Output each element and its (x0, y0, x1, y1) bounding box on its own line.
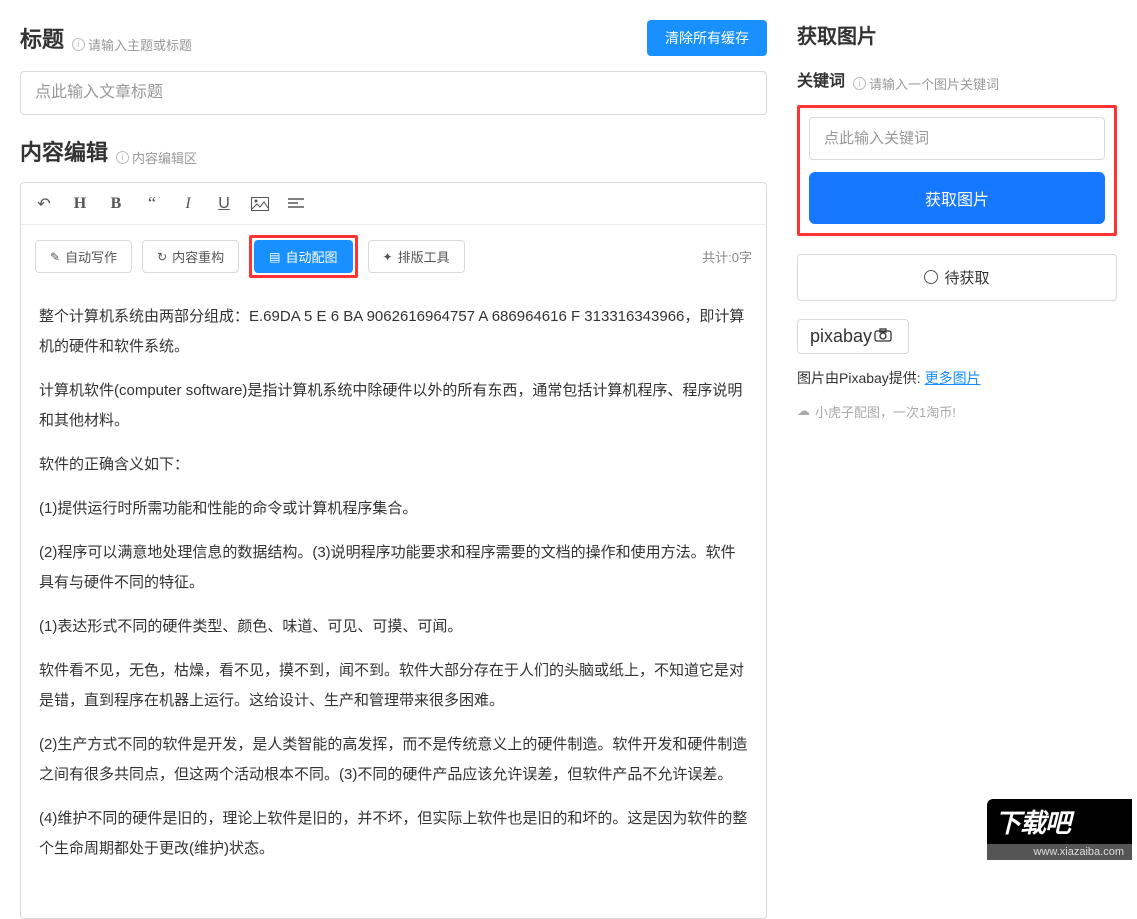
image-small-icon: ▤ (269, 250, 280, 264)
keyword-label: 关键词 (797, 67, 845, 91)
content-paragraph: 软件看不见，无色，枯燥，看不见，摸不到，闻不到。软件大部分存在于人们的头脑或纸上… (39, 656, 748, 716)
editor-label: 内容编辑 (20, 135, 108, 167)
auto-write-button[interactable]: ✎ 自动写作 (35, 240, 132, 273)
image-source-text: 图片由Pixabay提供: 更多图片 (797, 368, 1117, 388)
pencil-icon: ✎ (50, 250, 60, 264)
article-title-input[interactable] (20, 71, 767, 115)
restructure-button[interactable]: ↻ 内容重构 (142, 240, 239, 273)
wand-icon: ✦ (383, 250, 393, 264)
content-paragraph: (4)维护不同的硬件是旧的，理论上软件是旧的，并不坏，但实际上软件也是旧的和坏的… (39, 804, 748, 864)
camera-icon (874, 328, 896, 345)
bold-icon[interactable]: B (107, 195, 125, 213)
watermark: 下载吧 www.xiazaiba.com (987, 799, 1132, 860)
fetch-image-button[interactable]: 获取图片 (809, 172, 1105, 224)
more-images-link[interactable]: 更多图片 (925, 370, 981, 386)
content-paragraph: 软件的正确含义如下： (39, 450, 748, 480)
content-paragraph: (2)生产方式不同的软件是开发，是人类智能的高发挥，而不是传统意义上的硬件制造。… (39, 730, 748, 790)
clear-cache-button[interactable]: 清除所有缓存 (647, 20, 767, 56)
auto-image-button[interactable]: ▤ 自动配图 (254, 240, 352, 273)
pixabay-badge: pixabay (797, 319, 909, 354)
italic-icon[interactable]: I (179, 195, 197, 213)
refresh-icon: ↻ (157, 250, 167, 264)
editor-hint: i 内容编辑区 (116, 148, 197, 167)
content-paragraph: 计算机软件(computer software)是指计算机系统中除硬件以外的所有… (39, 376, 748, 436)
title-header: 标题 i 请输入主题或标题 清除所有缓存 (20, 20, 767, 56)
word-count: 共计:0字 (702, 247, 752, 266)
keyword-input[interactable] (809, 117, 1105, 160)
heading-icon[interactable]: H (71, 195, 89, 213)
align-icon[interactable] (287, 198, 305, 210)
content-paragraph: (2)程序可以满意地处理信息的数据结构。(3)说明程序功能要求和程序需要的文档的… (39, 538, 748, 598)
content-paragraph: (1)提供运行时所需功能和性能的命令或计算机程序集合。 (39, 494, 748, 524)
content-editor[interactable]: 整个计算机系统由两部分组成：E.69DA 5 E 6 BA 9062616964… (21, 288, 766, 918)
circle-icon (924, 270, 938, 284)
layout-tool-button[interactable]: ✦ 排版工具 (368, 240, 465, 273)
info-icon: i (116, 151, 129, 164)
fetch-image-title: 获取图片 (797, 20, 1117, 49)
keyword-hint: i 请输入一个图片关键词 (853, 74, 999, 93)
keyword-highlight-box: 获取图片 (797, 105, 1117, 236)
editor-header: 内容编辑 i 内容编辑区 (20, 135, 767, 167)
content-paragraph: 整个计算机系统由两部分组成：E.69DA 5 E 6 BA 9062616964… (39, 302, 748, 362)
footer-note: ☁ 小虎子配图，一次1淘币! (797, 402, 1117, 421)
image-icon[interactable] (251, 197, 269, 211)
info-icon: i (72, 38, 85, 51)
content-paragraph: (1)表达形式不同的硬件类型、颜色、味道、可见、可摸、可闻。 (39, 612, 748, 642)
pending-button[interactable]: 待获取 (797, 254, 1117, 301)
quote-icon[interactable]: “ (143, 193, 161, 214)
editor-toolbar: ↶ H B “ I U ✎ 自动写作 ↻ (20, 182, 767, 919)
keyword-header: 关键词 i 请输入一个图片关键词 (797, 67, 1117, 93)
undo-icon[interactable]: ↶ (35, 194, 53, 214)
underline-icon[interactable]: U (215, 195, 233, 213)
info-icon: i (853, 77, 866, 90)
title-hint: i 请输入主题或标题 (72, 35, 192, 54)
title-label: 标题 (20, 22, 64, 54)
cloud-icon: ☁ (797, 403, 810, 419)
auto-image-highlight: ▤ 自动配图 (249, 235, 357, 278)
